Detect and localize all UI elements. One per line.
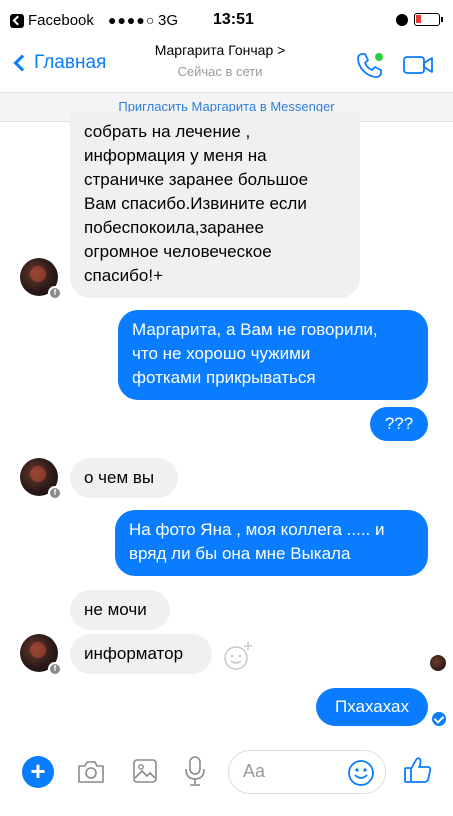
facebook-badge-icon: f <box>48 486 62 500</box>
clock: 13:51 <box>213 11 254 28</box>
add-reaction-icon[interactable] <box>222 640 254 672</box>
image-icon[interactable] <box>132 758 158 784</box>
thumbs-up-icon[interactable] <box>402 754 434 786</box>
signal-strength: ●●●●○ <box>108 12 156 28</box>
message-outgoing[interactable]: На фото Яна , моя коллега ..... и вряд л… <box>115 510 428 576</box>
facebook-badge-icon: f <box>48 286 62 300</box>
network-type: 3G <box>158 12 179 29</box>
message-input[interactable] <box>243 761 343 782</box>
message-outgoing[interactable]: ??? <box>370 407 428 441</box>
back-label: Главная <box>34 52 107 73</box>
facebook-badge-icon: f <box>48 662 62 676</box>
microphone-icon[interactable] <box>184 755 206 787</box>
back-chevron-icon <box>13 54 31 72</box>
read-receipt-avatar <box>430 655 446 671</box>
plus-icon[interactable]: + <box>22 756 54 788</box>
message-outgoing[interactable]: Пхахахах <box>316 688 428 726</box>
contact-status: Сейчас в сети <box>177 64 263 79</box>
contact-title[interactable]: Маргарита Гончар > Сейчас в сети <box>120 42 320 79</box>
message-incoming[interactable]: не мочи <box>70 590 170 630</box>
conversation-header: Главная Маргарита Гончар > Сейчас в сети <box>0 40 453 92</box>
carrier-label: Facebook <box>28 12 94 29</box>
message-incoming[interactable]: собрать на лечение , информация у меня н… <box>70 112 360 298</box>
delivered-check-icon <box>432 712 446 726</box>
message-incoming[interactable]: о чем вы <box>70 458 178 498</box>
camera-icon[interactable] <box>76 758 106 786</box>
back-to-app[interactable]: Facebook <box>10 12 94 29</box>
back-app-icon <box>10 13 24 28</box>
phone-icon[interactable] <box>355 50 385 80</box>
video-camera-icon[interactable] <box>402 52 434 78</box>
message-incoming[interactable]: информатор <box>70 634 212 674</box>
emoji-icon[interactable] <box>347 759 375 787</box>
alarm-icon <box>396 14 408 26</box>
message-composer: + <box>0 742 453 804</box>
message-outgoing[interactable]: Маргарита, а Вам не говорили, что не хор… <box>118 310 428 400</box>
message-input-wrapper <box>228 750 386 794</box>
contact-name: Маргарита Гончар > <box>154 42 286 58</box>
status-bar: Facebook ●●●●○ 3G 13:51 <box>0 0 453 40</box>
back-button[interactable]: Главная <box>13 52 107 74</box>
battery-icon <box>414 13 443 26</box>
